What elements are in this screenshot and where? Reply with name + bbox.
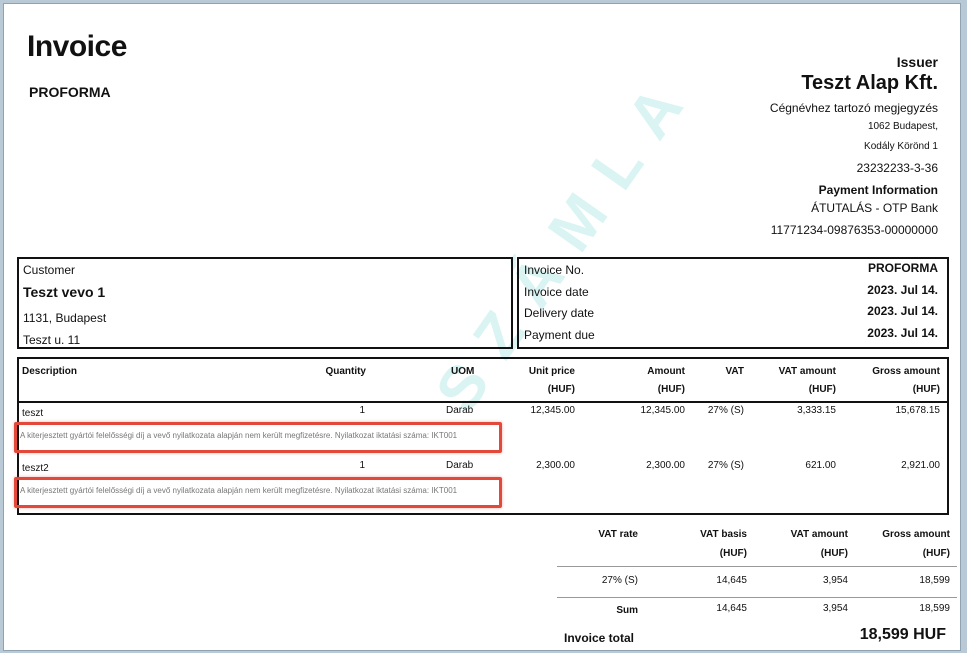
bank-account: 11771234-09876353-00000000 bbox=[770, 223, 938, 237]
summary-gross-amount: 18,599 bbox=[919, 575, 950, 586]
sum-col-vat-rate: VAT rate bbox=[598, 529, 638, 540]
item-1-uom: Darab bbox=[446, 405, 474, 416]
summary-vat-rate: 27% (S) bbox=[601, 575, 638, 586]
issuer-note: Cégnévhez tartozó megjegyzés bbox=[769, 101, 938, 115]
invoice-type: PROFORMA bbox=[29, 84, 111, 100]
item-1-amount: 12,345.00 bbox=[640, 405, 686, 416]
summary-row-divider bbox=[557, 597, 957, 598]
issuer-label: Issuer bbox=[896, 54, 938, 70]
item-2-vat: 27% (S) bbox=[707, 460, 744, 471]
summary-sum-label: Sum bbox=[616, 605, 638, 616]
payment-info-label: Payment Information bbox=[818, 183, 938, 197]
col-vat: VAT bbox=[725, 366, 744, 377]
customer-address-1: 1131, Budapest bbox=[23, 311, 107, 325]
item-2-uom: Darab bbox=[446, 460, 474, 471]
col-description: Description bbox=[22, 366, 78, 377]
issuer-address-2: Kodály Körönd 1 bbox=[864, 141, 938, 152]
summary-sum-vat-basis: 14,645 bbox=[716, 603, 747, 614]
item-2-gross-amount: 2,921.00 bbox=[901, 460, 940, 471]
customer-box bbox=[17, 257, 513, 349]
payment-method: ÁTUTALÁS - OTP Bank bbox=[811, 201, 938, 215]
payment-due: 2023. Jul 14. bbox=[867, 326, 938, 340]
col-quantity: Quantity bbox=[325, 366, 366, 377]
col-amount-currency: (HUF) bbox=[657, 384, 685, 395]
item-2-vat-amount: 621.00 bbox=[805, 460, 836, 471]
sum-col-vat-amount-currency: (HUF) bbox=[820, 548, 848, 559]
col-uom: UOM bbox=[451, 366, 475, 377]
sum-col-gross-amount: Gross amount bbox=[882, 529, 950, 540]
highlight-box-1 bbox=[14, 422, 502, 453]
delivery-date: 2023. Jul 14. bbox=[867, 304, 938, 318]
invoice-date-label: Invoice date bbox=[524, 285, 589, 299]
header-divider bbox=[19, 401, 947, 403]
customer-label: Customer bbox=[23, 263, 76, 277]
item-1-unit-price: 12,345.00 bbox=[530, 405, 576, 416]
highlight-box-2 bbox=[14, 477, 502, 508]
summary-vat-basis: 14,645 bbox=[716, 575, 747, 586]
item-2-unit-price: 2,300.00 bbox=[536, 460, 575, 471]
col-vat-amount: VAT amount bbox=[778, 366, 836, 377]
item-2-description: teszt2 bbox=[22, 463, 49, 474]
sum-col-vat-amount: VAT amount bbox=[790, 529, 848, 540]
invoice-page: SZÁMLA Invoice PROFORMA Issuer Teszt Ala… bbox=[3, 3, 961, 651]
item-1-quantity: 1 bbox=[359, 405, 365, 416]
summary-header-divider bbox=[557, 566, 957, 567]
item-1-description: teszt bbox=[22, 408, 44, 419]
sum-col-vat-basis: VAT basis bbox=[700, 529, 747, 540]
customer-address-2: Teszt u. 11 bbox=[23, 333, 81, 347]
summary-sum-gross-amount: 18,599 bbox=[919, 603, 950, 614]
col-gross-amount-currency: (HUF) bbox=[912, 384, 940, 395]
invoice-total-label: Invoice total bbox=[564, 631, 635, 645]
col-vat-amount-currency: (HUF) bbox=[808, 384, 836, 395]
col-amount: Amount bbox=[647, 366, 685, 377]
invoice-no-label: Invoice No. bbox=[524, 263, 585, 277]
summary-sum-vat-amount: 3,954 bbox=[822, 603, 848, 614]
item-1-gross-amount: 15,678.15 bbox=[895, 405, 941, 416]
item-2-quantity: 1 bbox=[359, 460, 365, 471]
sum-col-gross-amount-currency: (HUF) bbox=[922, 548, 950, 559]
col-gross-amount: Gross amount bbox=[872, 366, 940, 377]
item-1-vat-amount: 3,333.15 bbox=[797, 405, 836, 416]
issuer-tax-number: 23232233-3-36 bbox=[856, 161, 938, 175]
payment-due-label: Payment due bbox=[524, 328, 595, 342]
item-1-vat: 27% (S) bbox=[707, 405, 744, 416]
page-title: Invoice bbox=[27, 30, 127, 63]
issuer-name: Teszt Alap Kft. bbox=[801, 72, 938, 94]
summary-vat-amount: 3,954 bbox=[822, 575, 848, 586]
invoice-total-value: 18,599 HUF bbox=[859, 626, 946, 643]
col-unit-price: Unit price bbox=[528, 366, 575, 377]
invoice-date: 2023. Jul 14. bbox=[867, 283, 938, 297]
issuer-address-1: 1062 Budapest, bbox=[867, 121, 938, 132]
col-unit-price-currency: (HUF) bbox=[547, 384, 575, 395]
item-2-amount: 2,300.00 bbox=[646, 460, 685, 471]
delivery-date-label: Delivery date bbox=[524, 306, 595, 320]
invoice-no: PROFORMA bbox=[868, 261, 938, 275]
sum-col-vat-basis-currency: (HUF) bbox=[719, 548, 747, 559]
customer-name: Teszt vevo 1 bbox=[23, 284, 106, 300]
